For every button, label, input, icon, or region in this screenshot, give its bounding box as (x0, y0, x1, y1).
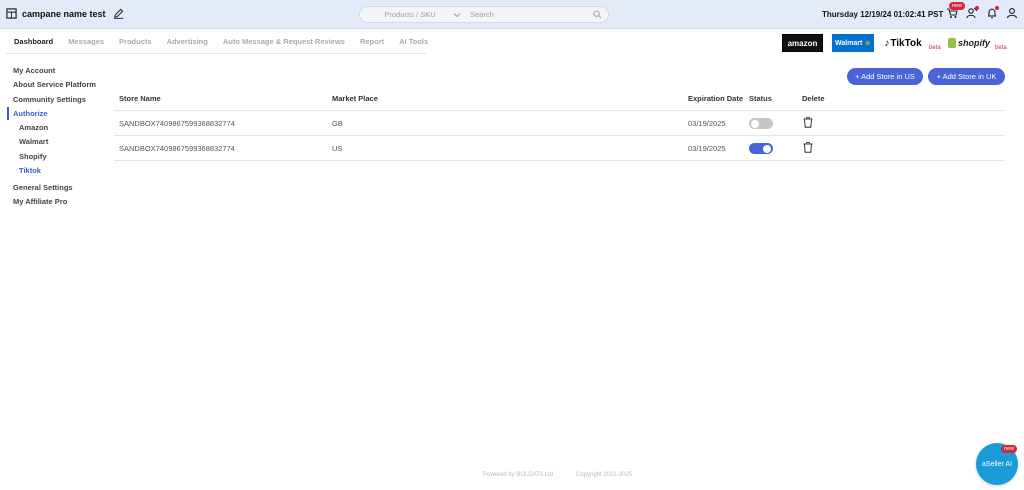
sidebar-item-walmart[interactable]: Walmart (19, 137, 48, 146)
table-row: SANDBOX7409867599368832774 GB 03/19/2025 (114, 111, 1005, 136)
search-input[interactable] (470, 10, 590, 19)
footer-powered-by: Powered by BOLDATA Ltd (483, 472, 554, 478)
table-header: Store Name Market Place Expiration Date … (114, 92, 1005, 111)
tiktok-logo-text: TikTok (890, 37, 922, 49)
sidebar-active-indicator (7, 107, 9, 120)
store-name: campane name test (22, 8, 106, 19)
nav-divider (6, 53, 426, 54)
search-bar[interactable]: Products / SKU (359, 6, 609, 23)
tab-dashboard[interactable]: Dashboard (14, 37, 53, 46)
sidebar-item-my-account[interactable]: My Account (13, 66, 55, 75)
cell-market-place: GB (332, 119, 343, 128)
sidebar-item-general-settings[interactable]: General Settings (13, 183, 73, 192)
footer-copyright: Copyright 2021-2025 (576, 472, 633, 478)
add-store-uk-button[interactable]: + Add Store in UK (928, 68, 1005, 85)
tiktok-logo[interactable]: ♪ TikTok (882, 34, 924, 52)
amazon-logo[interactable]: amazon (782, 34, 823, 52)
user-icon (1006, 8, 1018, 19)
profile-button[interactable] (1006, 6, 1020, 20)
tab-advertising[interactable]: Advertising (167, 37, 208, 46)
cell-market-place: US (332, 144, 343, 153)
store-icon (6, 8, 17, 19)
sidebar-item-my-affiliate-pro[interactable]: My Affiliate Pro (13, 197, 67, 206)
tiktok-beta-label: beta (929, 45, 941, 51)
new-badge: new (949, 2, 966, 10)
datetime: Thursday 12/19/24 01:02:41 PST (822, 10, 944, 19)
walmart-logo[interactable]: Walmart ✳ (832, 34, 874, 52)
cell-store-name: SANDBOX7409867599368832774 (119, 144, 235, 153)
shopify-logo-text: shopify (957, 38, 990, 48)
walmart-logo-text: Walmart (834, 39, 863, 47)
shopping-bag-icon (948, 38, 956, 48)
tab-ai-tools[interactable]: AI Tools (399, 37, 428, 46)
header-delete: Delete (802, 94, 825, 103)
status-toggle[interactable] (749, 143, 773, 154)
brand: campane name test (6, 8, 124, 19)
header-store-name: Store Name (119, 94, 161, 103)
edit-icon[interactable] (113, 8, 124, 19)
tab-messages[interactable]: Messages (68, 37, 104, 46)
sidebar-item-about-service-platform[interactable]: About Service Platform (13, 80, 96, 89)
stores-table: Store Name Market Place Expiration Date … (114, 92, 1005, 161)
main-nav: Dashboard Messages Products Advertising … (14, 37, 443, 46)
cell-expiration-date: 03/19/2025 (688, 119, 726, 128)
toggle-knob (763, 144, 771, 153)
spark-icon: ✳ (864, 38, 872, 48)
search-category-select[interactable]: Products / SKU (360, 10, 460, 19)
notifications-button[interactable] (986, 6, 1000, 20)
cell-store-name: SANDBOX7409867599368832774 (119, 119, 235, 128)
tab-report[interactable]: Report (360, 37, 384, 46)
shopify-logo[interactable]: shopify (948, 34, 990, 52)
tiktok-note-icon: ♪ (884, 37, 890, 49)
table-row: SANDBOX7409867599368832774 US 03/19/2025 (114, 136, 1005, 161)
notification-dot (995, 6, 999, 10)
header-status: Status (749, 94, 772, 103)
sidebar-item-shopify[interactable]: Shopify (19, 152, 47, 161)
top-bar: campane name test Products / SKU Thursda… (0, 0, 1024, 29)
header-market-place: Market Place (332, 94, 378, 103)
sidebar-item-community-settings[interactable]: Community Settings (13, 95, 86, 104)
tab-auto-message[interactable]: Auto Message & Request Reviews (223, 37, 345, 46)
notification-dot (975, 6, 979, 10)
sidebar-item-authorize[interactable]: Authorize (13, 109, 48, 118)
tab-products[interactable]: Products (119, 37, 152, 46)
shopify-beta-label: beta (995, 45, 1007, 51)
cell-expiration-date: 03/19/2025 (688, 144, 726, 153)
users-button[interactable] (966, 6, 980, 20)
trash-icon[interactable] (803, 142, 813, 153)
chevron-down-icon[interactable] (453, 11, 461, 19)
toggle-knob (751, 119, 759, 128)
status-toggle[interactable] (749, 118, 773, 129)
trash-icon[interactable] (803, 117, 813, 128)
header-expiration-date: Expiration Date (688, 94, 744, 103)
sidebar-item-amazon[interactable]: Amazon (19, 123, 48, 132)
search-icon[interactable] (593, 10, 602, 19)
add-store-us-button[interactable]: + Add Store in US (847, 68, 923, 85)
sidebar-item-tiktok[interactable]: Tiktok (19, 166, 41, 175)
ai-new-badge: new (1001, 445, 1018, 453)
